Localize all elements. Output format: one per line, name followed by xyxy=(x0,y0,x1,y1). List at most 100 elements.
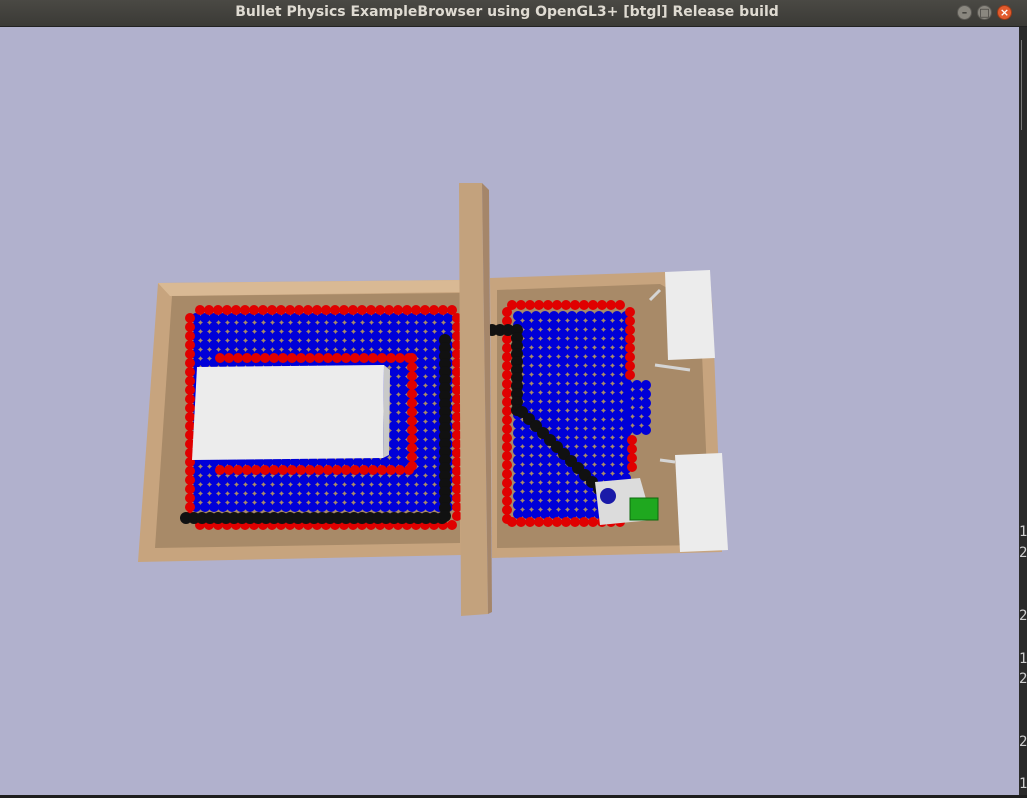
red-sphere xyxy=(627,444,637,454)
blue-sphere xyxy=(522,338,532,348)
blue-sphere xyxy=(576,419,586,429)
blue-sphere xyxy=(371,484,381,494)
blue-sphere xyxy=(549,482,559,492)
blue-sphere xyxy=(594,329,604,339)
blue-sphere xyxy=(603,320,613,330)
blue-sphere xyxy=(603,410,613,420)
blue-sphere xyxy=(416,412,426,422)
blue-sphere xyxy=(200,466,210,476)
blue-sphere xyxy=(540,329,550,339)
blue-sphere xyxy=(416,340,426,350)
red-sphere xyxy=(552,517,562,527)
blue-sphere xyxy=(585,347,595,357)
blue-sphere xyxy=(623,407,633,417)
red-sphere xyxy=(384,305,394,315)
blue-sphere xyxy=(416,358,426,368)
blue-sphere xyxy=(623,416,633,426)
blue-sphere xyxy=(567,338,577,348)
blue-sphere xyxy=(522,374,532,384)
blue-sphere xyxy=(416,475,426,485)
maximize-button[interactable]: □ xyxy=(977,5,992,20)
blue-sphere xyxy=(362,340,372,350)
blue-sphere xyxy=(585,500,595,510)
blue-sphere xyxy=(380,475,390,485)
blue-sphere xyxy=(362,331,372,341)
blue-sphere xyxy=(531,365,541,375)
3d-viewport[interactable] xyxy=(0,27,1019,795)
red-sphere xyxy=(502,307,512,317)
blue-sphere xyxy=(540,410,550,420)
red-sphere xyxy=(260,465,270,475)
blue-sphere xyxy=(245,484,255,494)
blue-sphere xyxy=(200,493,210,503)
red-sphere xyxy=(407,353,417,363)
blue-sphere xyxy=(281,322,291,332)
blue-sphere xyxy=(603,383,613,393)
blue-sphere xyxy=(380,322,390,332)
right-white-panel-bottom xyxy=(675,453,728,552)
red-sphere xyxy=(411,305,421,315)
blue-sphere xyxy=(558,338,568,348)
blue-sphere xyxy=(398,385,408,395)
scene-render xyxy=(138,183,728,616)
blue-sphere xyxy=(531,482,541,492)
blue-sphere xyxy=(531,347,541,357)
window-titlebar[interactable]: Bullet Physics ExampleBrowser using Open… xyxy=(0,0,1027,27)
blue-sphere xyxy=(434,322,444,332)
blue-sphere xyxy=(549,500,559,510)
blue-sphere xyxy=(425,484,435,494)
blue-sphere xyxy=(576,383,586,393)
blue-sphere xyxy=(585,455,595,465)
blue-sphere xyxy=(531,464,541,474)
blue-sphere xyxy=(594,401,604,411)
red-sphere xyxy=(502,460,512,470)
close-button[interactable]: × xyxy=(997,5,1012,20)
red-sphere xyxy=(185,340,195,350)
red-sphere xyxy=(597,300,607,310)
minimize-button[interactable]: – xyxy=(957,5,972,20)
blue-sphere xyxy=(576,320,586,330)
blue-sphere xyxy=(371,502,381,512)
blue-sphere xyxy=(416,421,426,431)
blue-sphere xyxy=(218,340,228,350)
blue-sphere xyxy=(353,331,363,341)
red-sphere xyxy=(231,305,241,315)
black-sphere xyxy=(439,510,451,522)
blue-sphere xyxy=(416,484,426,494)
blue-sphere xyxy=(227,340,237,350)
blue-sphere xyxy=(254,475,264,485)
red-sphere xyxy=(386,353,396,363)
blue-sphere xyxy=(567,320,577,330)
red-sphere xyxy=(625,334,635,344)
blue-sphere xyxy=(540,455,550,465)
red-sphere xyxy=(407,416,417,426)
blue-sphere xyxy=(558,419,568,429)
blue-sphere xyxy=(567,374,577,384)
red-sphere xyxy=(339,305,349,315)
blue-sphere xyxy=(603,401,613,411)
blue-sphere xyxy=(567,401,577,411)
blue-sphere xyxy=(612,383,622,393)
blue-sphere xyxy=(603,419,613,429)
blue-sphere xyxy=(209,493,219,503)
blue-sphere xyxy=(272,493,282,503)
blue-sphere xyxy=(371,475,381,485)
red-sphere xyxy=(233,465,243,475)
blue-sphere xyxy=(425,448,435,458)
blue-sphere xyxy=(416,322,426,332)
blue-sphere xyxy=(513,446,523,456)
minimize-icon: – xyxy=(961,6,968,19)
blue-sphere xyxy=(200,475,210,485)
blue-sphere xyxy=(567,329,577,339)
blue-sphere xyxy=(612,338,622,348)
blue-sphere xyxy=(398,412,408,422)
red-sphere xyxy=(242,353,252,363)
blue-sphere xyxy=(317,331,327,341)
blue-sphere xyxy=(594,311,604,321)
blue-sphere xyxy=(326,322,336,332)
red-sphere xyxy=(502,487,512,497)
blue-sphere xyxy=(416,493,426,503)
blue-sphere xyxy=(425,466,435,476)
blue-sphere xyxy=(540,482,550,492)
red-sphere xyxy=(185,358,195,368)
